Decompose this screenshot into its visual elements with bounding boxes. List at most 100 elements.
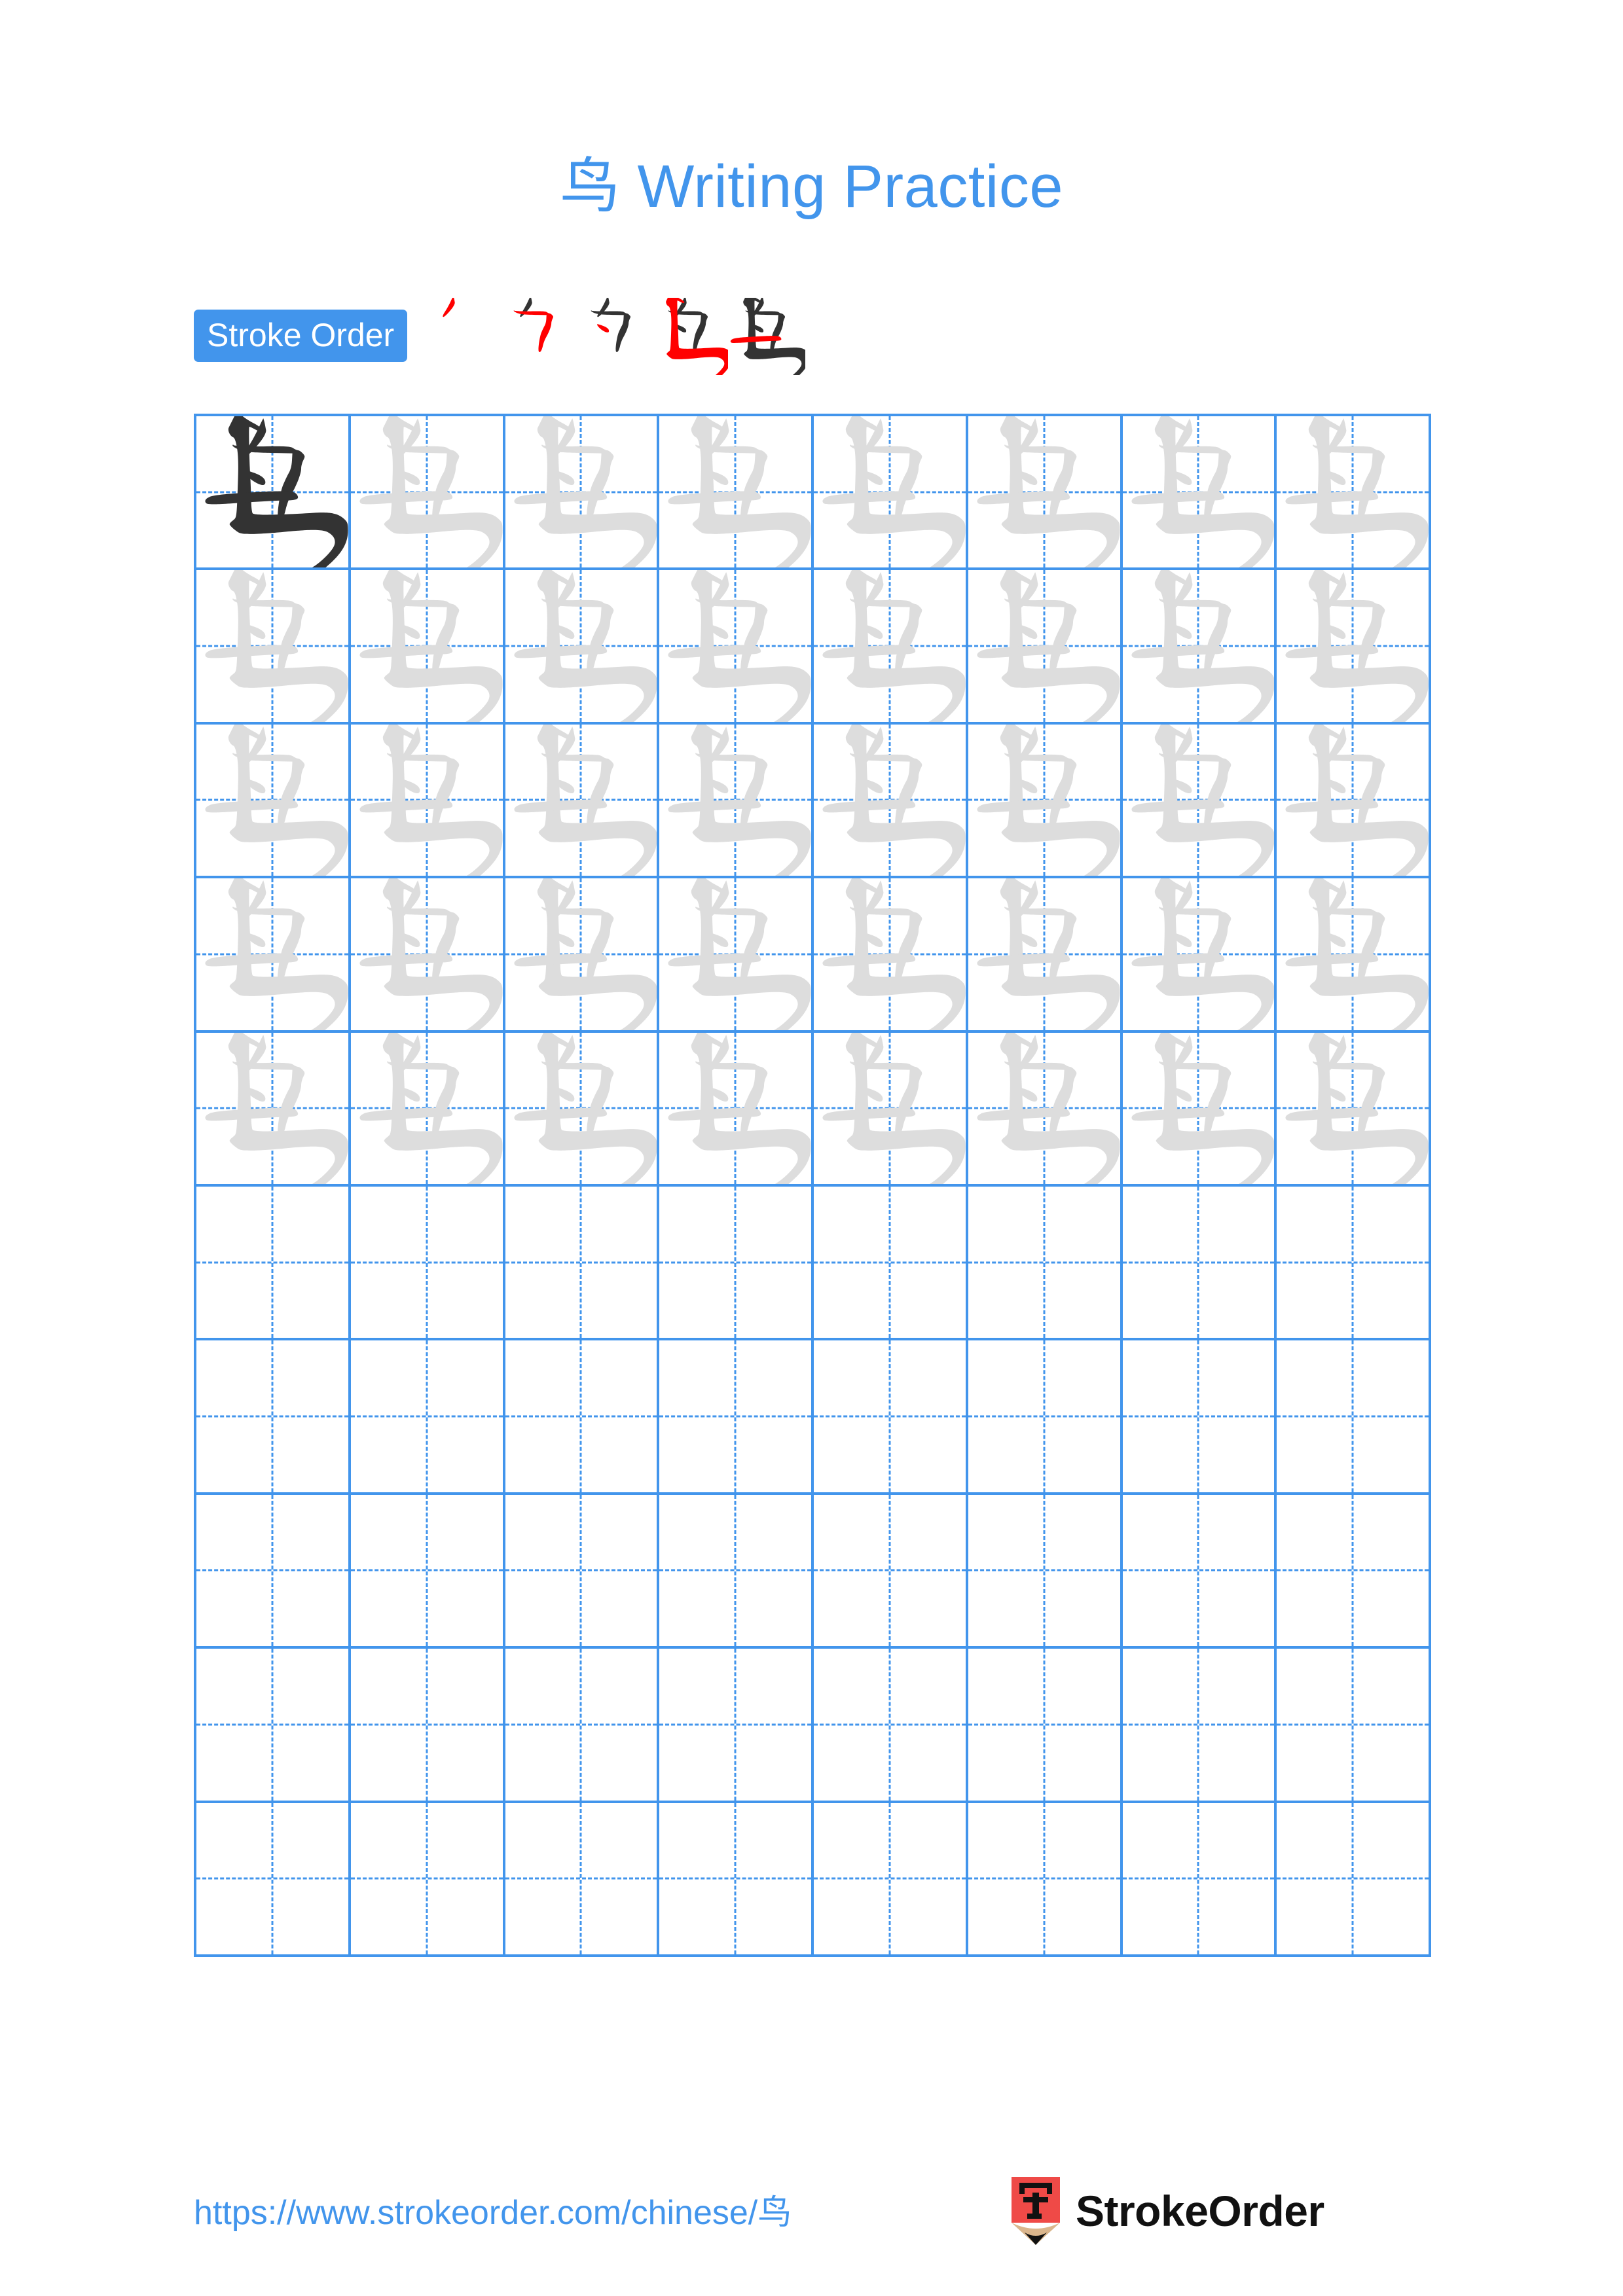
grid-cell-blank[interactable] xyxy=(814,1340,968,1495)
grid-cell-trace[interactable] xyxy=(968,1032,1123,1187)
grid-cell-blank[interactable] xyxy=(814,1186,968,1341)
grid-cell-trace[interactable] xyxy=(1122,724,1277,879)
practice-character xyxy=(505,416,657,568)
stroke-2-heng-zhe xyxy=(513,310,554,353)
grid-cell-trace[interactable] xyxy=(196,1032,351,1187)
grid-cell-blank[interactable] xyxy=(1122,1340,1277,1495)
grid-cell-trace[interactable] xyxy=(350,1032,505,1187)
grid-cell-blank[interactable] xyxy=(814,1494,968,1649)
grid-cell-trace[interactable] xyxy=(505,878,660,1033)
grid-cell-trace[interactable] xyxy=(196,878,351,1033)
practice-character xyxy=(351,1032,503,1184)
grid-cell-trace[interactable] xyxy=(1277,570,1431,725)
practice-character xyxy=(505,724,657,876)
grid-cell-blank[interactable] xyxy=(659,1340,814,1495)
grid-cell-trace[interactable] xyxy=(196,570,351,725)
grid-cell-blank[interactable] xyxy=(1277,1186,1431,1341)
grid-cell-blank[interactable] xyxy=(350,1803,505,1957)
practice-character xyxy=(659,724,811,876)
grid-cell-blank[interactable] xyxy=(1122,1186,1277,1341)
practice-character xyxy=(814,570,966,722)
practice-character xyxy=(1123,878,1275,1030)
grid-cell-trace[interactable] xyxy=(350,878,505,1033)
grid-cell-trace[interactable] xyxy=(968,878,1123,1033)
grid-cell-trace[interactable] xyxy=(814,878,968,1033)
grid-cell-blank[interactable] xyxy=(350,1494,505,1649)
practice-character xyxy=(196,724,348,876)
grid-cell-trace[interactable] xyxy=(814,1032,968,1187)
grid-cell-blank[interactable] xyxy=(505,1494,660,1649)
grid-cell-trace[interactable] xyxy=(659,416,814,571)
grid-cell-blank[interactable] xyxy=(1277,1340,1431,1495)
grid-cell-trace[interactable] xyxy=(1277,416,1431,571)
grid-cell-blank[interactable] xyxy=(1277,1649,1431,1803)
grid-cell-blank[interactable] xyxy=(1122,1649,1277,1803)
grid-cell-blank[interactable] xyxy=(196,1340,351,1495)
grid-cell-blank[interactable] xyxy=(1277,1494,1431,1649)
grid-cell-blank[interactable] xyxy=(814,1803,968,1957)
grid-cell-trace[interactable] xyxy=(350,416,505,571)
grid-cell-trace[interactable] xyxy=(196,724,351,879)
grid-cell-trace[interactable] xyxy=(659,570,814,725)
grid-cell-trace[interactable] xyxy=(505,1032,660,1187)
grid-cell-blank[interactable] xyxy=(968,1494,1123,1649)
grid-cell-blank[interactable] xyxy=(196,1186,351,1341)
grid-cell-trace[interactable] xyxy=(505,724,660,879)
grid-cell-trace[interactable] xyxy=(1122,570,1277,725)
grid-cell-trace[interactable] xyxy=(1122,416,1277,571)
grid-cell-blank[interactable] xyxy=(1277,1803,1431,1957)
grid-cell-blank[interactable] xyxy=(814,1649,968,1803)
grid-cell-trace[interactable] xyxy=(814,570,968,725)
grid-cell-blank[interactable] xyxy=(659,1186,814,1341)
grid-cell-blank[interactable] xyxy=(505,1649,660,1803)
grid-cell-trace[interactable] xyxy=(1277,878,1431,1033)
grid-cell-blank[interactable] xyxy=(968,1340,1123,1495)
grid-cell-blank[interactable] xyxy=(350,1186,505,1341)
grid-cell-trace[interactable] xyxy=(1277,724,1431,879)
practice-character xyxy=(1277,878,1429,1030)
practice-character xyxy=(505,878,657,1030)
grid-cell-blank[interactable] xyxy=(1122,1803,1277,1957)
grid-cell-trace[interactable] xyxy=(1277,1032,1431,1187)
grid-cell-trace[interactable] xyxy=(1122,878,1277,1033)
grid-cell-trace[interactable] xyxy=(814,416,968,571)
grid-cell-trace[interactable] xyxy=(350,570,505,725)
grid-cell-blank[interactable] xyxy=(968,1803,1123,1957)
practice-character xyxy=(968,416,1120,568)
grid-cell-trace[interactable] xyxy=(659,1032,814,1187)
grid-cell-trace[interactable] xyxy=(659,878,814,1033)
grid-cell-blank[interactable] xyxy=(196,1649,351,1803)
practice-character xyxy=(196,1032,348,1184)
source-url-link[interactable]: https://www.strokeorder.com/chinese/鸟 xyxy=(194,2185,792,2234)
grid-cell-trace[interactable] xyxy=(814,724,968,879)
grid-cell-trace[interactable] xyxy=(659,724,814,879)
grid-cell-trace[interactable] xyxy=(968,416,1123,571)
practice-grid xyxy=(194,414,1431,1957)
practice-character xyxy=(351,416,503,568)
grid-cell-blank[interactable] xyxy=(350,1340,505,1495)
grid-cell-blank[interactable] xyxy=(505,1340,660,1495)
grid-cell-trace[interactable] xyxy=(968,724,1123,879)
stroke-step-4 xyxy=(651,298,729,375)
grid-cell-trace[interactable] xyxy=(505,570,660,725)
grid-cell-blank[interactable] xyxy=(196,1803,351,1957)
grid-cell-blank[interactable] xyxy=(659,1494,814,1649)
grid-cell-trace[interactable] xyxy=(1122,1032,1277,1187)
grid-cell-trace[interactable] xyxy=(968,570,1123,725)
grid-cell-blank[interactable] xyxy=(350,1649,505,1803)
grid-cell-blank[interactable] xyxy=(505,1186,660,1341)
grid-cell-trace[interactable] xyxy=(505,416,660,571)
stroke-order-steps xyxy=(419,298,806,375)
grid-cell-model[interactable] xyxy=(196,416,351,571)
grid-cell-blank[interactable] xyxy=(196,1494,351,1649)
practice-character xyxy=(814,1032,966,1184)
grid-cell-blank[interactable] xyxy=(968,1649,1123,1803)
stroke-3-dian xyxy=(597,324,610,332)
grid-cell-trace[interactable] xyxy=(350,724,505,879)
grid-cell-blank[interactable] xyxy=(1122,1494,1277,1649)
grid-cell-blank[interactable] xyxy=(659,1803,814,1957)
grid-cell-blank[interactable] xyxy=(968,1186,1123,1341)
practice-character xyxy=(1277,570,1429,722)
grid-cell-blank[interactable] xyxy=(505,1803,660,1957)
grid-cell-blank[interactable] xyxy=(659,1649,814,1803)
